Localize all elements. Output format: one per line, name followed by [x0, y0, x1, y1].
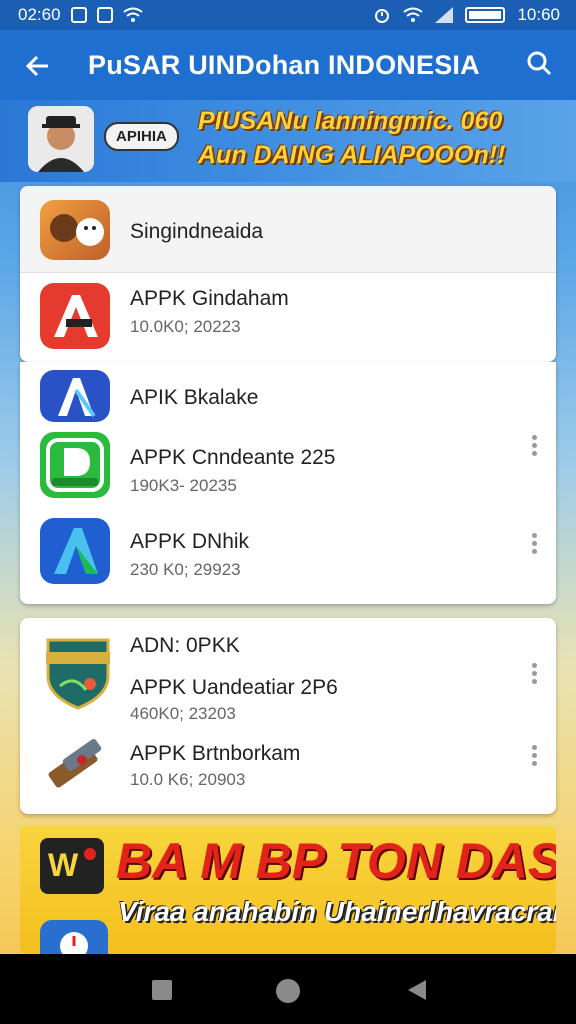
list-item[interactable]: APPK Brtnborkam 10.0 K6; 20903 — [20, 730, 556, 810]
app-meta: 10.0K0; 20223 — [130, 317, 241, 336]
app-icon-blue-triangle — [40, 518, 110, 584]
list-item[interactable]: Singindneaida — [20, 186, 556, 272]
app-icon-mascot — [40, 200, 110, 260]
app-bar: PuSAR UINDohan INDONESIA — [0, 30, 576, 104]
app-name: APPK Uandeatiar 2P6 — [130, 676, 338, 699]
promo-line-2: Aun DAING ALIAPOOOn!! — [198, 141, 506, 169]
more-options-icon[interactable] — [532, 530, 538, 557]
list-item[interactable]: APPK DNhik 230 K0; 29923 — [20, 516, 556, 600]
signal-icon — [435, 7, 454, 23]
more-options-icon[interactable] — [532, 660, 538, 687]
app-list-card-3: ADN: 0PKK APPK Uandeatiar 2P6 460K0; 232… — [20, 618, 556, 814]
system-nav-bar — [0, 954, 576, 1024]
promo-banner[interactable]: APIHIA PIUSANu lanningmic. 060 Aun DAING… — [0, 100, 576, 182]
gallery-notification-icon — [70, 7, 87, 23]
app-name: APPK Cnndeante 225 — [130, 446, 336, 469]
list-item[interactable]: APPK Cnndeante 225 190K3- 20235 — [20, 428, 556, 514]
svg-text:W: W — [48, 847, 79, 883]
app-meta: 460K0; 23203 — [130, 704, 236, 723]
more-options-icon[interactable] — [532, 742, 538, 769]
clock-right: 10:60 — [517, 5, 560, 24]
app-list-card-1: Singindneaida APPK Gindaham 10.0K0; 2022… — [20, 186, 556, 362]
clock-app-icon — [40, 920, 108, 954]
app-meta: 230 K0; 29923 — [130, 560, 241, 579]
back-nav-icon[interactable] — [404, 978, 428, 1002]
app-name: APIK Bkalake — [130, 386, 259, 409]
alarm-icon — [375, 9, 390, 23]
app-icon-tools — [40, 730, 110, 796]
home-icon[interactable] — [275, 978, 301, 1004]
promo-line-1: PIUSANu lanningmic. 060 — [198, 107, 503, 135]
page-title: PuSAR UINDohan INDONESIA — [88, 50, 480, 80]
recents-icon[interactable] — [150, 978, 174, 1002]
list-item[interactable]: APPK Uandeatiar 2P6 460K0; 23203 — [20, 663, 556, 726]
app-name: Singindneaida — [130, 220, 264, 243]
bottom-promo-banner[interactable]: W BA M BP TON DASi!/ Viraa anahabin Uhai… — [20, 826, 556, 954]
apk-badge: APIHIA — [104, 122, 179, 151]
list-item[interactable]: ADN: 0PKK — [20, 618, 556, 658]
bottom-banner-title: BA M BP TON DASi!/ — [116, 833, 556, 889]
wifi-icon — [122, 7, 143, 22]
message-notification-icon — [96, 7, 113, 23]
app-meta: 190K3- 20235 — [130, 476, 237, 495]
promo-text: PIUSANu lanningmic. 060 Aun DAING ALIAPO… — [198, 104, 568, 172]
list-item[interactable]: APPK Gindaham 10.0K0; 20223 — [20, 273, 556, 362]
app-name: APPK Brtnborkam — [130, 742, 301, 765]
wifi-status-icon — [403, 7, 424, 22]
app-meta: 10.0 K6; 20903 — [130, 770, 246, 789]
app-name: APPK Gindaham — [130, 287, 289, 310]
battery-icon — [465, 7, 506, 23]
app-list-card-2: APIK Bkalake APPK Cnndeante 225 190K3- 2… — [20, 362, 556, 604]
search-icon[interactable] — [526, 50, 552, 76]
app-name: ADN: 0PKK — [130, 634, 240, 657]
status-bar: 02:60 10:60 — [0, 0, 576, 30]
bottom-banner-subtitle: Viraa anahabin Uhainerlhavracran! — [118, 896, 556, 927]
app-icon-blue-a — [40, 370, 110, 422]
clock-left: 02:60 — [18, 5, 61, 24]
app-icon-green-d — [40, 432, 110, 498]
more-options-icon[interactable] — [532, 432, 538, 459]
brand-logo-icon: W — [40, 838, 104, 894]
app-icon-red-a — [40, 283, 110, 349]
avatar — [28, 106, 94, 172]
app-name: APPK DNhik — [130, 530, 250, 553]
list-item[interactable]: APIK Bkalake — [20, 362, 556, 424]
back-arrow-icon[interactable] — [24, 52, 52, 80]
